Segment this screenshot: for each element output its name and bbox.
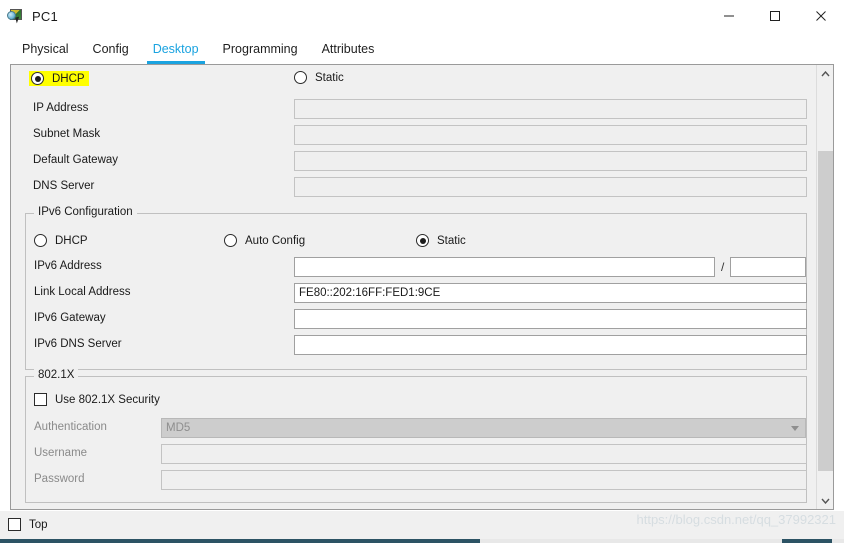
ip-address-input[interactable]	[294, 99, 807, 119]
link-local-address-label: Link Local Address	[34, 286, 131, 298]
tab-bar: Physical Config Desktop Programming Attr…	[0, 32, 844, 66]
ipv4-static-radio-row[interactable]: Static	[294, 71, 344, 84]
scroll-down-button[interactable]	[817, 492, 833, 509]
subnet-mask-input[interactable]	[294, 125, 807, 145]
dhcp-highlight: DHCP	[29, 71, 89, 86]
top-checkbox-row[interactable]: Top	[8, 518, 48, 531]
authentication-selected-value: MD5	[166, 422, 191, 434]
scroll-content: DHCP Static IP Address Subnet Mask Defau…	[11, 65, 817, 509]
bottom-accent-bar	[0, 539, 844, 543]
watermark-text: https://blog.csdn.net/qq_37992321	[636, 512, 837, 527]
top-checkbox-label: Top	[29, 518, 48, 531]
window-controls	[706, 0, 844, 32]
dns-server-label: DNS Server	[33, 180, 95, 192]
ipv6-address-label: IPv6 Address	[34, 260, 102, 272]
tab-attributes[interactable]: Attributes	[310, 32, 387, 66]
tab-config[interactable]: Config	[81, 32, 141, 66]
ipv6-gateway-input[interactable]	[294, 309, 807, 329]
ipv6-static-radio[interactable]	[416, 234, 429, 247]
authentication-label: Authentication	[34, 421, 107, 433]
ipv4-static-label: Static	[315, 71, 344, 84]
default-gateway-label: Default Gateway	[33, 154, 119, 166]
ipv6-dhcp-radio-row[interactable]: DHCP	[34, 234, 88, 247]
password-label: Password	[34, 473, 85, 485]
authentication-select[interactable]: MD5	[161, 418, 806, 438]
use-dot1x-security-row[interactable]: Use 802.1X Security	[34, 393, 160, 406]
ipv6-dhcp-label: DHCP	[55, 234, 88, 247]
pc-device-icon	[7, 7, 25, 25]
title-bar: PC1	[0, 0, 844, 32]
ipv4-static-radio[interactable]	[294, 71, 307, 84]
ipv6-static-label: Static	[437, 234, 466, 247]
link-local-address-input[interactable]: FE80::202:16FF:FED1:9CE	[294, 283, 807, 303]
scrollbar-thumb[interactable]	[818, 151, 833, 471]
ipv4-dhcp-radio-row[interactable]: DHCP	[29, 71, 89, 86]
pc1-device-window: PC1 Physical Config Desktop Programming …	[0, 0, 844, 543]
vertical-scrollbar[interactable]	[816, 65, 833, 509]
ip-configuration-panel: DHCP Static IP Address Subnet Mask Defau…	[10, 64, 834, 510]
prefix-separator: /	[721, 260, 725, 274]
top-checkbox[interactable]	[8, 518, 21, 531]
password-input[interactable]	[161, 470, 807, 490]
dot1x-group-title: 802.1X	[34, 369, 79, 381]
ipv4-dhcp-label: DHCP	[52, 72, 85, 85]
ipv6-group-title: IPv6 Configuration	[34, 206, 137, 218]
tab-physical[interactable]: Physical	[10, 32, 81, 66]
window-title: PC1	[32, 8, 58, 24]
ipv4-dhcp-radio[interactable]	[31, 72, 44, 85]
subnet-mask-label: Subnet Mask	[33, 128, 101, 140]
ipv6-auto-config-label: Auto Config	[245, 234, 306, 247]
ipv6-static-radio-row[interactable]: Static	[416, 234, 466, 247]
close-icon[interactable]	[798, 0, 844, 32]
ipv6-address-row: /	[294, 257, 807, 277]
scroll-up-button[interactable]	[817, 65, 833, 82]
maximize-icon[interactable]	[752, 0, 798, 32]
ipv6-gateway-label: IPv6 Gateway	[34, 312, 106, 324]
ipv6-dns-server-input[interactable]	[294, 335, 807, 355]
tab-desktop[interactable]: Desktop	[141, 32, 211, 66]
default-gateway-input[interactable]	[294, 151, 807, 171]
ipv6-autoconfig-radio-row[interactable]: Auto Config	[224, 234, 305, 247]
username-input[interactable]	[161, 444, 807, 464]
ipv6-auto-config-radio[interactable]	[224, 234, 237, 247]
ipv6-prefix-input[interactable]	[730, 257, 807, 277]
ipv6-dhcp-radio[interactable]	[34, 234, 47, 247]
ipv6-dns-server-label: IPv6 DNS Server	[34, 338, 122, 350]
minimize-icon[interactable]	[706, 0, 752, 32]
use-dot1x-security-checkbox[interactable]	[34, 393, 47, 406]
username-label: Username	[34, 447, 88, 459]
tab-programming[interactable]: Programming	[211, 32, 310, 66]
use-dot1x-security-label: Use 802.1X Security	[55, 393, 160, 406]
chevron-down-icon	[791, 425, 799, 431]
ipv6-address-input[interactable]	[294, 257, 715, 277]
dns-server-input[interactable]	[294, 177, 807, 197]
ip-address-label: IP Address	[33, 102, 89, 114]
